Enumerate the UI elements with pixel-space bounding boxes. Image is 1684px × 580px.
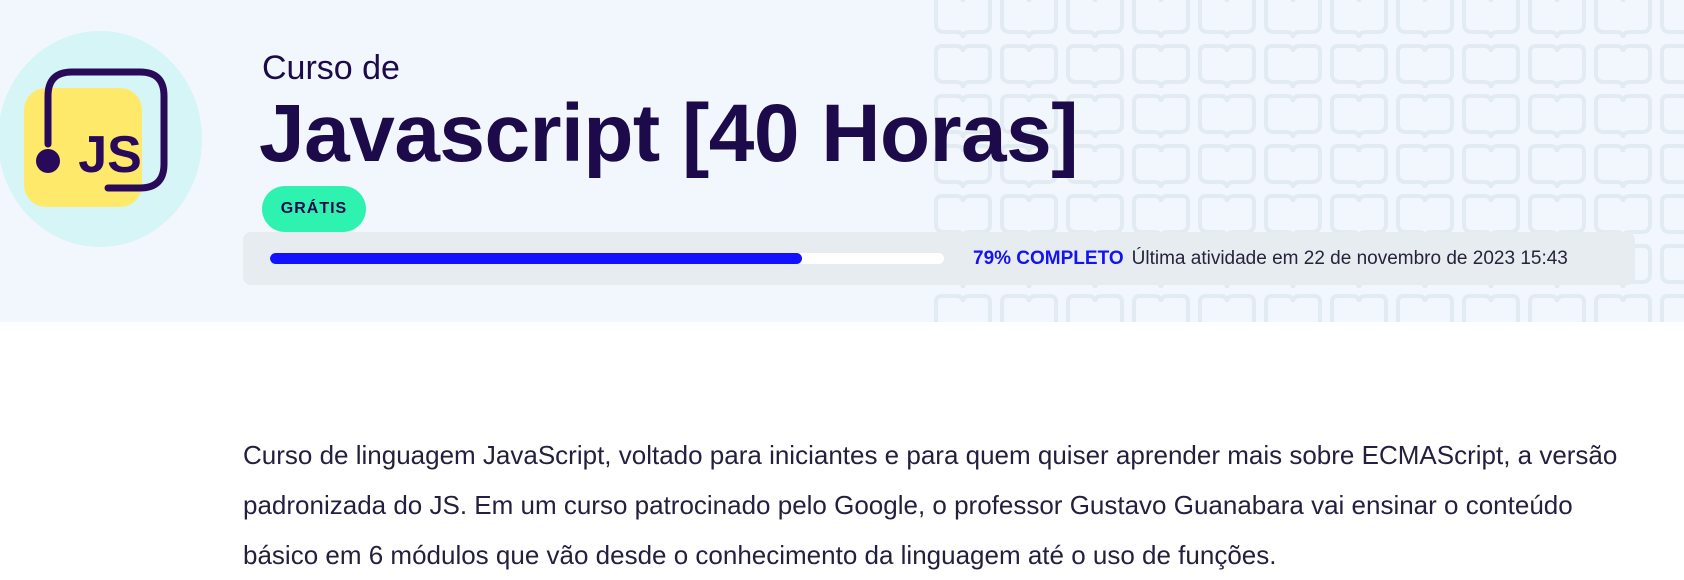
progress-panel: 79% COMPLETO Última atividade em 22 de n… (243, 232, 1635, 285)
progress-percent-label: 79% COMPLETO (973, 247, 1124, 269)
progress-bar-fill (270, 253, 803, 264)
course-subtitle: Curso de (262, 49, 400, 87)
progress-status: 79% COMPLETO Última atividade em 22 de n… (973, 232, 1568, 285)
course-description: Curso de linguagem JavaScript, voltado p… (243, 440, 1618, 570)
progress-bar (270, 253, 944, 264)
course-title: Javascript [40 Horas] (259, 88, 1079, 179)
course-header: JS Curso de Javascript [40 Horas] GRÁTIS… (0, 0, 1684, 322)
last-activity-text: Última atividade em 22 de novembro de 20… (1131, 247, 1568, 269)
logo-text: JS (78, 126, 142, 184)
free-badge: GRÁTIS (262, 186, 366, 232)
javascript-logo-icon: JS (24, 68, 168, 207)
